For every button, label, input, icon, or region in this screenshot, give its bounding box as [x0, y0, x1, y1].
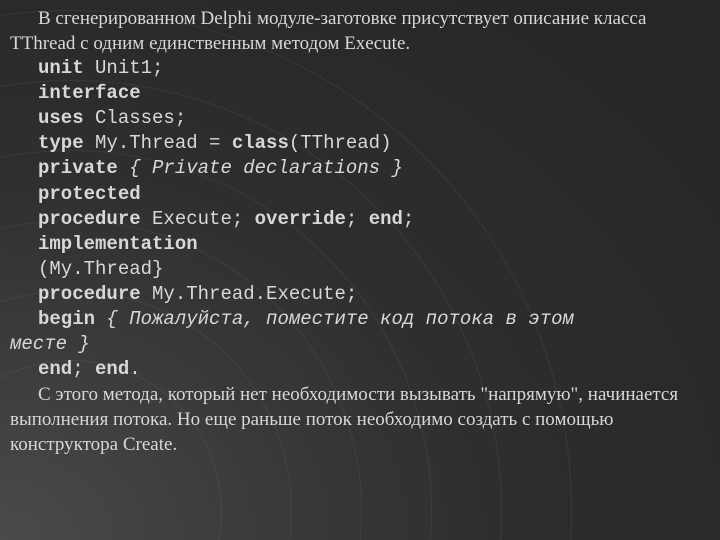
keyword-end: end [95, 358, 129, 380]
keyword-override: override [255, 208, 346, 230]
code-comment: { Private declarations } [118, 157, 403, 179]
code-line-end: end; end. [10, 357, 710, 382]
code-text: ; [403, 208, 414, 230]
keyword-class: class [232, 132, 289, 154]
keyword-begin: begin [38, 308, 95, 330]
keyword-implementation: implementation [38, 233, 198, 255]
code-text: ; [72, 358, 95, 380]
keyword-end: end [369, 208, 403, 230]
code-text: . [129, 358, 140, 380]
code-line-procedure-decl: procedure Execute; override; end; [10, 207, 710, 232]
code-line-implementation: implementation [10, 232, 710, 257]
code-line-protected: protected [10, 182, 710, 207]
code-line-type: type My.Thread = class(TThread) [10, 131, 710, 156]
code-text: My.Thread = [84, 132, 232, 154]
keyword-protected: protected [38, 183, 141, 205]
code-text: (My.Thread} [38, 258, 163, 280]
code-line-section: (My.Thread} [10, 257, 710, 282]
code-line-private: private { Private declarations } [10, 156, 710, 181]
outro-paragraph: С этого метода, который нет необходимост… [10, 382, 710, 457]
keyword-end: end [38, 358, 72, 380]
code-comment: { Пожалуйста, поместите код потока в это… [95, 308, 574, 330]
code-text: Unit1; [84, 57, 164, 79]
code-line-comment-cont: месте } [10, 332, 710, 357]
code-line-uses: uses Classes; [10, 106, 710, 131]
code-line-begin: begin { Пожалуйста, поместите код потока… [10, 307, 710, 332]
keyword-procedure: procedure [38, 283, 141, 305]
code-line-interface: interface [10, 81, 710, 106]
keyword-type: type [38, 132, 84, 154]
code-text: (TThread) [289, 132, 392, 154]
keyword-interface: interface [38, 82, 141, 104]
code-text: Execute; [141, 208, 255, 230]
keyword-uses: uses [38, 107, 84, 129]
code-comment: месте } [10, 333, 90, 355]
code-text: My.Thread.Execute; [141, 283, 358, 305]
code-text: Classes; [84, 107, 187, 129]
keyword-private: private [38, 157, 118, 179]
code-line-unit: unit Unit1; [10, 56, 710, 81]
keyword-procedure: procedure [38, 208, 141, 230]
slide-content: В сгенерированном Delphi модуле-заготовк… [0, 0, 720, 457]
code-line-procedure-impl: procedure My.Thread.Execute; [10, 282, 710, 307]
keyword-unit: unit [38, 57, 84, 79]
intro-paragraph: В сгенерированном Delphi модуле-заготовк… [10, 6, 710, 56]
code-text: ; [346, 208, 369, 230]
